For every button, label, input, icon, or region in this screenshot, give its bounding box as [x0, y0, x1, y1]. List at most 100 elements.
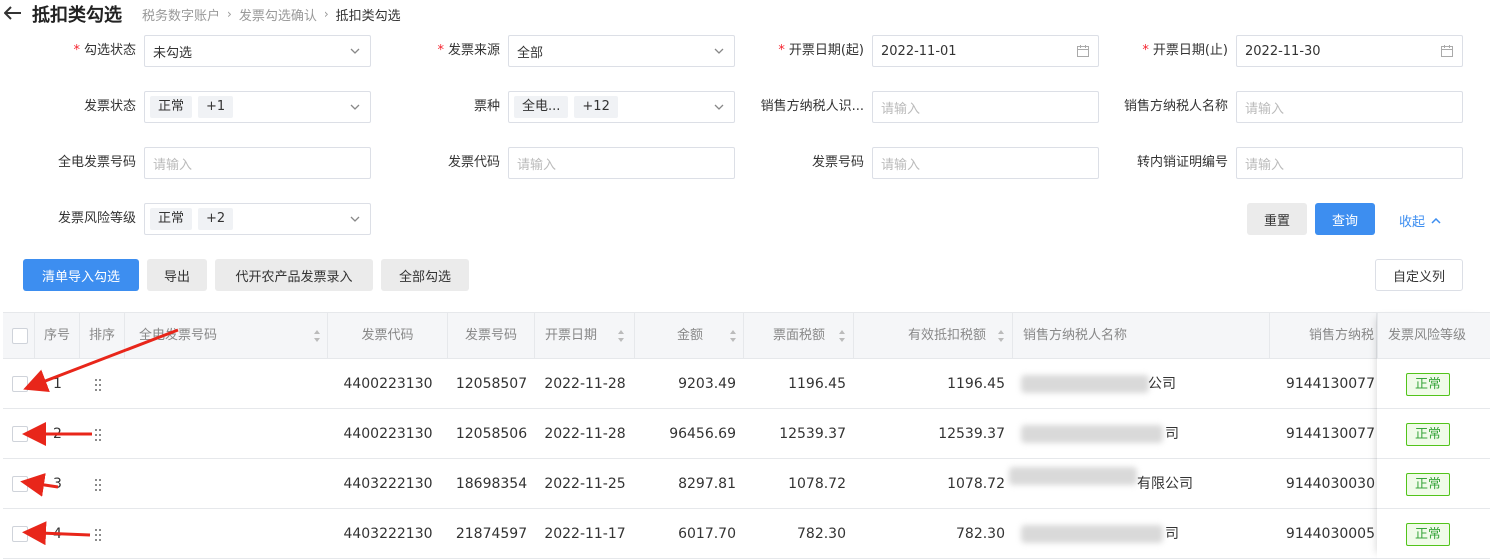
cell-tax: 782.30 [797, 526, 846, 542]
date-start-picker[interactable]: 2022-11-01 [872, 35, 1099, 67]
cell-issue-date: 2022-11-28 [544, 376, 626, 392]
cell-seller-id: 9144130077 [1285, 376, 1375, 392]
invoice-type-select[interactable]: 全电... +12 [508, 91, 735, 123]
th-label: 有效抵扣税额 [907, 328, 986, 343]
cell-seller-id: 9144030030 [1285, 476, 1375, 492]
row-checkbox[interactable] [12, 476, 28, 492]
table-row[interactable]: 4 4403222130 21874597 2022-11-17 6017.70… [3, 509, 1490, 559]
th-checkbox [3, 313, 35, 359]
th-sort: 排序 [80, 313, 125, 359]
tag-more: +1 [198, 96, 234, 118]
tag-more: +12 [574, 96, 618, 118]
redacted-blur [1021, 375, 1149, 393]
cell-seller-id: 9144030005 [1285, 526, 1375, 542]
cell-tax: 1196.45 [788, 376, 846, 392]
breadcrumb-item-2[interactable]: 发票勾选确认 [239, 5, 317, 24]
th-amount[interactable]: 金额 [635, 313, 744, 359]
th-label: 金额 [676, 328, 703, 343]
invoice-source-select[interactable]: 全部 [508, 35, 735, 67]
drag-handle-icon[interactable] [93, 428, 103, 442]
th-tax[interactable]: 票面税额 [744, 313, 854, 359]
agri-invoice-entry-button[interactable]: 代开农产品发票录入 [215, 259, 373, 291]
chevron-down-icon [348, 100, 362, 114]
th-full-invoice-no[interactable]: 全电发票号码 [125, 313, 328, 359]
filter-row-3: 全电发票号码 请输入 发票代码 请输入 发票号码 请输入 转内销证明编号 请输入 [0, 147, 1490, 179]
th-seller-name: 销售方纳税人名称 [1013, 313, 1270, 359]
seller-taxid-input[interactable]: 请输入 [872, 91, 1099, 123]
drag-handle-icon[interactable] [93, 528, 103, 542]
collapse-button[interactable]: 收起 [1399, 211, 1441, 230]
chevron-down-icon [712, 44, 726, 58]
cell-seller-name: 司 [1165, 426, 1179, 442]
tag-more: +2 [198, 208, 234, 230]
invoice-code-input[interactable]: 请输入 [508, 147, 735, 179]
sort-icon [839, 330, 845, 342]
th-label: 全电发票号码 [139, 328, 218, 343]
date-end-picker[interactable]: 2022-11-30 [1236, 35, 1463, 67]
label-transfer-cert-no: 转内销证明编号 [1136, 155, 1228, 170]
table-row[interactable]: 1 4400223130 12058507 2022-11-28 9203.49… [3, 359, 1490, 409]
label-seller-taxid: 销售方纳税人识... [760, 99, 864, 114]
table-row[interactable]: 2 4400223130 12058506 2022-11-28 96456.6… [3, 409, 1490, 459]
page: 抵扣类勾选 税务数字账户 › 发票勾选确认 › 抵扣类勾选 * 勾选状态 未勾选 … [0, 0, 1490, 559]
cell-seller-id: 9144130077 [1285, 426, 1375, 442]
query-button[interactable]: 查询 [1315, 203, 1375, 235]
cell-valid-tax: 1078.72 [947, 476, 1005, 492]
sort-icon [998, 330, 1004, 342]
arrow-left-icon[interactable] [3, 4, 26, 25]
cell-seller-name: 公司 [1148, 376, 1176, 392]
row-checkbox[interactable] [12, 376, 28, 392]
cell-invoice-no: 21874597 [455, 526, 528, 542]
th-issue-date[interactable]: 开票日期 [535, 313, 635, 359]
row-checkbox[interactable] [12, 526, 28, 542]
export-button[interactable]: 导出 [147, 259, 207, 291]
label-invoice-no: 发票号码 [811, 155, 864, 170]
chevron-down-icon [712, 100, 726, 114]
full-invoice-no-input[interactable]: 请输入 [144, 147, 371, 179]
risk-level-select[interactable]: 正常 +2 [144, 203, 371, 235]
chevron-right-icon: › [227, 7, 232, 21]
cell-valid-tax: 12539.37 [938, 426, 1005, 442]
label-full-invoice-no: 全电发票号码 [57, 155, 136, 170]
transfer-cert-no-input[interactable]: 请输入 [1236, 147, 1463, 179]
row-checkbox[interactable] [12, 426, 28, 442]
th-invoice-no: 发票号码 [448, 313, 535, 359]
select-all-button[interactable]: 全部勾选 [381, 259, 469, 291]
invoice-no-input[interactable]: 请输入 [872, 147, 1099, 179]
cell-index: 2 [53, 426, 62, 442]
chevron-up-icon [1431, 213, 1441, 228]
th-label: 开票日期 [545, 328, 598, 343]
cell-valid-tax: 1196.45 [947, 376, 1005, 392]
page-header: 抵扣类勾选 税务数字账户 › 发票勾选确认 › 抵扣类勾选 [0, 0, 401, 28]
breadcrumb-item-1[interactable]: 税务数字账户 [142, 5, 220, 24]
table-row[interactable]: 3 4403222130 18698354 2022-11-25 8297.81… [3, 459, 1490, 509]
th-valid-tax[interactable]: 有效抵扣税额 [854, 313, 1013, 359]
check-status-select[interactable]: 未勾选 [144, 35, 371, 67]
risk-status-badge: 正常 [1406, 523, 1451, 546]
import-check-button[interactable]: 清单导入勾选 [23, 259, 139, 291]
cell-invoice-code: 4400223130 [343, 426, 433, 442]
drag-handle-icon[interactable] [93, 478, 103, 492]
th-index: 序号 [35, 313, 80, 359]
invoice-status-select[interactable]: 正常 +1 [144, 91, 371, 123]
th-label: 票面税额 [772, 328, 825, 343]
cell-valid-tax: 782.30 [956, 526, 1005, 542]
select-all-checkbox[interactable] [12, 328, 28, 344]
reset-button[interactable]: 重置 [1247, 203, 1307, 235]
custom-columns-button[interactable]: 自定义列 [1375, 259, 1463, 291]
redacted-blur [1021, 525, 1163, 543]
cell-issue-date: 2022-11-17 [544, 526, 626, 542]
label-date-end: * 开票日期(止) [1142, 43, 1228, 58]
cell-invoice-code: 4403222130 [343, 526, 433, 542]
cell-amount: 8297.81 [678, 476, 736, 492]
cell-seller-name: 司 [1165, 526, 1179, 542]
breadcrumb-item-3: 抵扣类勾选 [335, 8, 401, 24]
cell-tax: 12539.37 [779, 426, 846, 442]
seller-name-input[interactable]: 请输入 [1236, 91, 1463, 123]
cell-invoice-no: 12058507 [455, 376, 528, 392]
drag-handle-icon[interactable] [93, 378, 103, 392]
filter-row-1: * 勾选状态 未勾选 * 发票来源 全部 * 开票日期(起) 2022-11-01 *… [0, 35, 1490, 67]
cell-invoice-no: 18698354 [455, 476, 528, 492]
cell-amount: 6017.70 [678, 526, 736, 542]
redacted-blur [1021, 425, 1163, 443]
